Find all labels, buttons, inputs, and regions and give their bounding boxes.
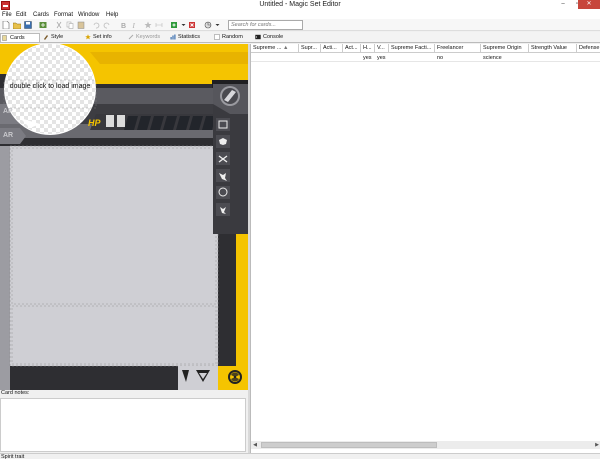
table-row[interactable] bbox=[251, 54, 600, 62]
new-file-icon[interactable] bbox=[2, 21, 10, 29]
card-editor[interactable]: double click to load image AP AR HP bbox=[0, 44, 248, 390]
rotate-dropdown-icon[interactable] bbox=[215, 21, 220, 29]
column-header[interactable]: Act... bbox=[343, 44, 361, 53]
card-notes-label: Card notes: bbox=[1, 390, 30, 396]
tab-style[interactable]: Style bbox=[42, 33, 80, 42]
set-info-star-icon bbox=[85, 34, 91, 40]
save-icon[interactable] bbox=[24, 21, 32, 29]
tab-style-label: Style bbox=[51, 34, 64, 40]
title-bar: Untitled - Magic Set Editor – ▫ ✕ bbox=[0, 0, 600, 11]
menu-help[interactable]: Help bbox=[106, 11, 118, 19]
tab-cards[interactable]: Cards bbox=[0, 33, 40, 42]
cards-icon bbox=[2, 35, 7, 41]
bold-icon[interactable]: B bbox=[119, 21, 127, 29]
tab-console-label: Console bbox=[263, 34, 284, 40]
random-pack-icon bbox=[214, 34, 220, 40]
tab-keywords[interactable]: Keywords bbox=[127, 33, 167, 42]
column-header[interactable]: Supr... bbox=[299, 44, 321, 53]
open-folder-icon[interactable] bbox=[13, 21, 21, 29]
hp-label[interactable]: HP bbox=[88, 118, 101, 128]
tab-set-info[interactable]: Set info bbox=[84, 33, 124, 42]
tab-bar: Cards Style Set info Keywords Statistics… bbox=[0, 32, 600, 43]
remove-card-icon[interactable] bbox=[188, 21, 196, 29]
menu-format[interactable]: Format bbox=[54, 11, 73, 19]
menu-cards[interactable]: Cards bbox=[33, 11, 49, 19]
card-list[interactable]: Supreme ... ▲ Supr... Acti... Act... H..… bbox=[250, 44, 600, 453]
card-image-placeholder[interactable]: double click to load image bbox=[0, 83, 100, 90]
rotate-card-icon[interactable] bbox=[204, 21, 212, 29]
keywords-icon bbox=[128, 34, 134, 40]
table-cell: no bbox=[437, 55, 444, 61]
menu-file[interactable]: File bbox=[2, 11, 12, 19]
column-header[interactable]: Strength Value bbox=[529, 44, 577, 53]
scroll-right-icon[interactable]: ▶ bbox=[593, 441, 600, 449]
tab-set-info-label: Set info bbox=[93, 34, 112, 40]
console-icon bbox=[255, 34, 261, 40]
column-header[interactable]: H... bbox=[361, 44, 375, 53]
status-bar: Spirit trait bbox=[0, 453, 600, 459]
card-search-input[interactable]: Search for cards... bbox=[228, 20, 303, 30]
add-card-dropdown-icon[interactable] bbox=[181, 21, 186, 29]
style-brush-icon bbox=[44, 35, 48, 40]
card-frame bbox=[0, 44, 248, 390]
svg-text:I: I bbox=[132, 22, 136, 29]
ap-label[interactable]: AP bbox=[3, 108, 13, 115]
column-header[interactable]: Supreme Origin bbox=[481, 44, 529, 53]
tab-statistics[interactable]: Statistics bbox=[169, 33, 211, 42]
column-header[interactable]: Defense bbox=[577, 44, 600, 53]
tab-cards-label: Cards bbox=[10, 35, 25, 41]
ar-label[interactable]: AR bbox=[3, 132, 13, 139]
card-notes-input[interactable] bbox=[0, 398, 246, 452]
minimize-button[interactable]: – bbox=[556, 0, 570, 9]
menu-bar: File Edit Cards Format Window Help bbox=[0, 11, 600, 19]
search-placeholder: Search for cards... bbox=[231, 22, 276, 28]
export-icon[interactable] bbox=[39, 21, 47, 29]
sort-ascending-icon: ▲ bbox=[282, 45, 289, 51]
close-button[interactable]: ✕ bbox=[578, 0, 600, 9]
window-title: Untitled - Magic Set Editor bbox=[259, 1, 341, 8]
column-header[interactable]: Supreme ... ▲ bbox=[251, 44, 299, 53]
menu-edit[interactable]: Edit bbox=[16, 11, 26, 19]
app-window: Untitled - Magic Set Editor – ▫ ✕ File E… bbox=[0, 0, 600, 459]
statistics-chart-icon bbox=[170, 34, 176, 40]
column-header[interactable]: Freelancer bbox=[435, 44, 481, 53]
table-cell: science bbox=[483, 55, 502, 61]
column-header[interactable]: Acti... bbox=[321, 44, 343, 53]
add-card-icon[interactable] bbox=[170, 21, 178, 29]
tab-random[interactable]: Random bbox=[213, 33, 251, 42]
tab-keywords-label: Keywords bbox=[136, 34, 161, 40]
redo-icon[interactable] bbox=[103, 21, 111, 29]
reminder-text-icon[interactable] bbox=[155, 21, 163, 29]
undo-icon[interactable] bbox=[92, 21, 100, 29]
column-header[interactable]: V... bbox=[375, 44, 389, 53]
paste-icon[interactable] bbox=[77, 21, 85, 29]
scrollbar-thumb[interactable] bbox=[261, 442, 437, 448]
italic-icon[interactable]: I bbox=[130, 21, 138, 29]
tab-statistics-label: Statistics bbox=[178, 34, 201, 40]
svg-text:B: B bbox=[121, 23, 126, 29]
tab-console[interactable]: Console bbox=[254, 33, 290, 42]
symbol-icon[interactable] bbox=[144, 21, 152, 29]
table-cell: yes bbox=[377, 55, 386, 61]
cut-icon[interactable] bbox=[55, 21, 63, 29]
tab-random-label: Random bbox=[222, 34, 243, 40]
column-header[interactable]: Supreme Facti... bbox=[389, 44, 435, 53]
horizontal-scrollbar[interactable]: ◀ ▶ bbox=[251, 441, 600, 449]
table-cell: yes bbox=[363, 55, 372, 61]
copy-icon[interactable] bbox=[66, 21, 74, 29]
menu-window[interactable]: Window bbox=[78, 11, 99, 19]
scroll-left-icon[interactable]: ◀ bbox=[251, 441, 259, 449]
